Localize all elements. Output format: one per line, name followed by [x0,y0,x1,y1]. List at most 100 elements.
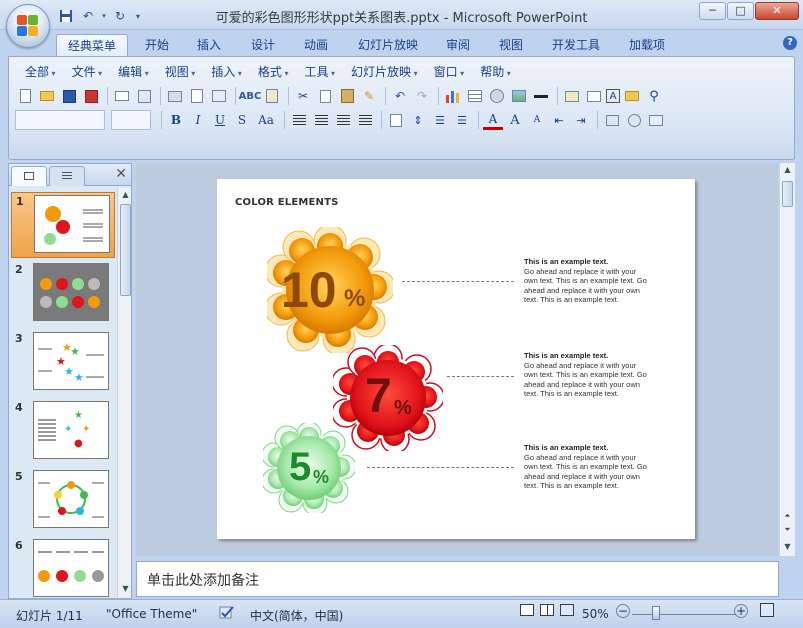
paste-icon[interactable] [337,86,357,106]
scroll-up-icon[interactable]: ▲ [781,163,794,177]
align-center-icon[interactable] [311,110,331,130]
tab-design[interactable]: 设计 [242,34,284,56]
line-spacing-icon[interactable]: ⇕ [408,110,428,130]
zoom-in-button[interactable]: + [734,604,748,618]
menu-insert[interactable]: 插入 [203,63,250,81]
menu-view[interactable]: 视图 [157,63,204,81]
copy-icon[interactable] [315,86,335,106]
quick-styles-icon[interactable] [646,110,666,130]
scroll-up-icon[interactable]: ▲ [119,188,132,202]
thumbnails-scrollbar[interactable]: ▲ ▼ [117,188,131,598]
save-icon[interactable] [59,86,79,106]
tab-review[interactable]: 审阅 [437,34,479,56]
cut-icon[interactable]: ✂ [293,86,313,106]
help-icon[interactable]: ? [783,36,797,50]
next-slide-icon[interactable]: ⏷ [781,523,794,537]
menu-file[interactable]: 文件 [64,63,111,81]
close-button[interactable]: ✕ [755,2,799,20]
align-right-icon[interactable] [333,110,353,130]
scrollbar-thumb[interactable] [782,181,793,207]
scroll-down-icon[interactable]: ▼ [119,582,132,596]
increase-indent-icon[interactable]: ⇥ [571,110,591,130]
slide-thumbnail[interactable]: 1 [11,192,115,258]
tab-home[interactable]: 开始 [136,34,178,56]
minimize-button[interactable]: ─ [699,2,726,20]
previous-slide-icon[interactable]: ⏶ [781,509,794,523]
maximize-button[interactable]: □ [727,2,754,20]
decrease-indent-icon[interactable]: ⇤ [549,110,569,130]
tab-addins[interactable]: 加载项 [620,34,674,56]
permission-icon[interactable] [81,86,101,106]
tab-slideshow[interactable]: 幻灯片放映 [350,34,426,56]
language-indicator[interactable]: 中文(简体，中国) [250,607,343,624]
clip-art-icon[interactable] [487,86,507,106]
font-size-combo[interactable] [111,110,151,130]
justify-icon[interactable] [355,110,375,130]
tab-insert[interactable]: 插入 [188,34,230,56]
normal-view-icon[interactable] [520,604,534,619]
table-icon[interactable] [465,86,485,106]
tab-slides[interactable] [11,166,47,186]
change-case-button[interactable]: Aa [254,110,278,130]
slide-layout-icon[interactable] [584,86,604,106]
text-direction-icon[interactable] [386,110,406,130]
zoom-slider-knob[interactable] [652,606,660,620]
chart-icon[interactable] [443,86,463,106]
zoom-slider-track[interactable] [632,614,736,615]
page-setup-icon[interactable] [209,86,229,106]
publish-icon[interactable] [134,86,154,106]
slide-thumbnail[interactable]: 2 [11,261,115,327]
spelling-icon[interactable]: ABC [239,86,262,106]
fit-to-window-icon[interactable] [760,603,774,620]
slide-thumbnail[interactable]: 3 ★ ★ ★ ★ ★ [11,330,115,396]
scroll-down-icon[interactable]: ▼ [781,540,794,554]
folder-icon[interactable] [622,86,642,106]
menu-help[interactable]: 帮助 [472,63,519,81]
menu-slideshow[interactable]: 幻灯片放映 [343,63,426,81]
new-slide-icon[interactable] [562,86,582,106]
arrange-icon[interactable] [602,110,622,130]
research-icon[interactable] [262,86,282,106]
slideshow-view-icon[interactable] [560,604,574,619]
menu-all[interactable]: 全部 [17,63,64,81]
italic-button[interactable]: I [188,110,208,130]
tab-view[interactable]: 视图 [490,34,532,56]
shadow-button[interactable]: S [232,110,252,130]
tab-classic-menu[interactable]: 经典菜单 [56,34,128,56]
menu-window[interactable]: 窗口 [426,63,473,81]
text-box-icon[interactable]: A [606,89,620,103]
grow-font-button[interactable]: A [505,110,525,130]
bold-button[interactable]: B [166,110,186,130]
tab-outline[interactable] [49,166,85,186]
font-color-button[interactable]: A [483,110,503,130]
tab-animation[interactable]: 动画 [295,34,337,56]
redo-icon[interactable]: ↷ [412,86,432,106]
picture-icon[interactable] [509,86,529,106]
slide-thumbnail[interactable]: 4 ★ ✦ ✦ ● [11,399,115,465]
mail-icon[interactable] [112,86,132,106]
menu-tools[interactable]: 工具 [296,63,343,81]
shrink-font-button[interactable]: A [527,110,547,130]
numbering-icon[interactable]: ☰ [430,110,450,130]
slide-sorter-icon[interactable] [540,604,554,619]
align-left-icon[interactable] [289,110,309,130]
format-painter-icon[interactable]: ✎ [359,86,379,106]
print-icon[interactable] [165,86,185,106]
underline-button[interactable]: U [210,110,230,130]
zoom-out-button[interactable]: − [616,604,630,618]
menu-edit[interactable]: 编辑 [110,63,157,81]
notes-pane[interactable]: 单击此处添加备注 [136,561,779,597]
undo-icon[interactable]: ↶ [390,86,410,106]
font-name-combo[interactable] [15,110,105,130]
slide-thumbnail[interactable]: 6 [11,537,115,598]
slide-scrollbar[interactable]: ▲ ⏶ ⏷ ▼ [779,163,795,556]
shapes-icon[interactable] [624,110,644,130]
zoom-level[interactable]: 50% [582,607,609,621]
close-pane-icon[interactable]: ✕ [115,166,127,182]
find-icon[interactable]: ⚲ [644,86,664,106]
bullets-icon[interactable]: ☰ [452,110,472,130]
new-icon[interactable] [15,86,35,106]
menu-format[interactable]: 格式 [250,63,297,81]
scrollbar-thumb[interactable] [120,204,131,296]
tab-developer[interactable]: 开发工具 [544,34,608,56]
